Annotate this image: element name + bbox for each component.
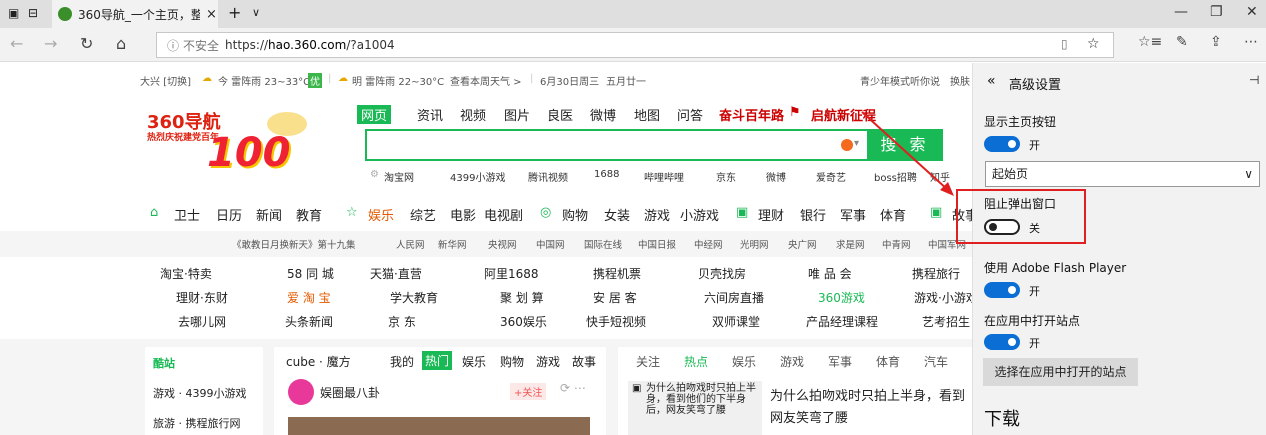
flash-state: 开 xyxy=(1029,285,1040,298)
downloads-heading: 下载 xyxy=(984,409,1020,430)
choose-sites-button[interactable]: 选择在应用中打开的站点 xyxy=(983,358,1138,386)
arrow-line xyxy=(861,111,949,191)
open-in-app-state: 开 xyxy=(1029,337,1040,350)
open-in-app-label: 在应用中打开站点 xyxy=(984,314,1081,328)
chevron-down-icon: ∨ xyxy=(1244,167,1253,181)
panel-title: 高级设置 xyxy=(1009,78,1062,93)
open-in-app-toggle[interactable] xyxy=(984,334,1020,350)
popup-highlight-box xyxy=(956,189,1086,244)
back-chevron-icon[interactable]: « xyxy=(987,73,996,89)
flash-label: 使用 Adobe Flash Player xyxy=(984,261,1127,275)
flash-toggle[interactable] xyxy=(984,282,1020,298)
home-page-select[interactable]: 起始页 ∨ xyxy=(985,161,1260,187)
show-home-state: 开 xyxy=(1029,139,1040,152)
pin-icon[interactable]: ⊣ xyxy=(1249,73,1259,87)
show-home-label: 显示主页按钮 xyxy=(984,115,1057,129)
home-select-value: 起始页 xyxy=(992,167,1029,181)
show-home-toggle[interactable] xyxy=(984,136,1020,152)
